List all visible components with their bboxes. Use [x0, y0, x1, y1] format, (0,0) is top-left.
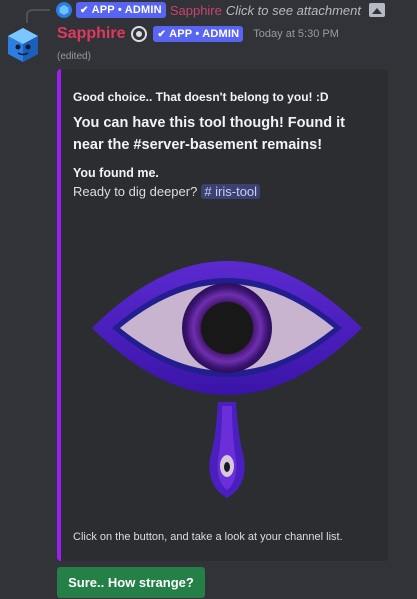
- image-icon: [369, 3, 385, 17]
- embed-footer: Click on the button, and take a look at …: [73, 531, 343, 543]
- owner-icon: [131, 26, 148, 42]
- reply-text[interactable]: Click to see attachment: [226, 3, 361, 18]
- reply-avatar: [56, 2, 72, 18]
- embed: Good choice.. That doesn't belong to you…: [57, 69, 388, 561]
- check-icon: ✔: [157, 28, 167, 40]
- reply-preview[interactable]: ✔ APP • ADMIN Sapphire Click to see attac…: [56, 0, 385, 20]
- channel-mention[interactable]: # iris-tool: [201, 184, 261, 199]
- eye-image[interactable]: [88, 246, 366, 510]
- app-admin-badge: ✔ APP • ADMIN: [76, 2, 166, 18]
- embed-line-4-text: Ready to dig deeper?: [73, 184, 198, 199]
- embed-description: Good choice.. That doesn't belong to you…: [73, 90, 376, 199]
- embed-line-3: You found me.: [73, 166, 159, 180]
- avatar[interactable]: [4, 26, 42, 64]
- app-admin-badge: ✔ APP • ADMIN: [153, 26, 244, 42]
- sure-how-strange-button[interactable]: Sure.. How strange?: [57, 567, 205, 598]
- reply-author[interactable]: Sapphire: [170, 3, 222, 18]
- embed-line-4: Ready to dig deeper? # iris-tool: [73, 184, 376, 199]
- message-header: Sapphire ✔ APP • ADMIN Today at 5:30 PM: [57, 25, 339, 43]
- timestamp[interactable]: Today at 5:30 PM: [253, 28, 339, 40]
- reply-connector: [26, 9, 50, 23]
- embed-line-2: You can have this tool though! Found it …: [73, 115, 345, 153]
- edited-label: (edited): [57, 51, 91, 62]
- embed-line-1: Good choice.. That doesn't belong to you…: [73, 90, 329, 104]
- check-icon: ✔: [80, 4, 89, 16]
- author-name[interactable]: Sapphire: [57, 25, 125, 43]
